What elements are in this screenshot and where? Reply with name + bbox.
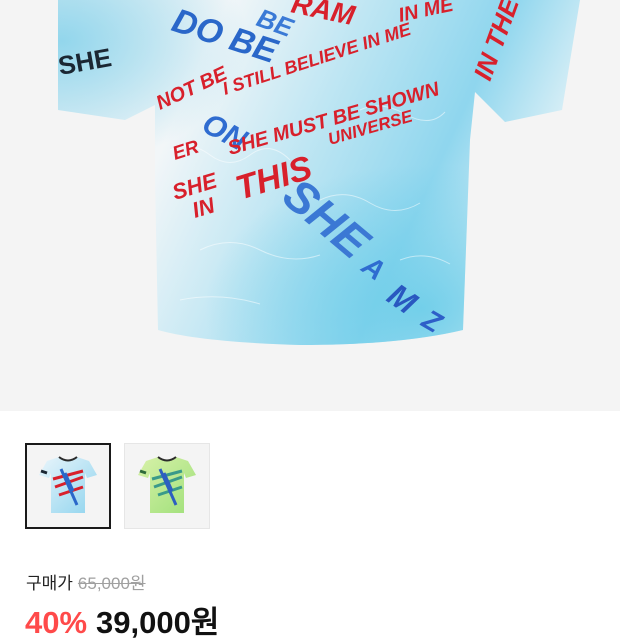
thumbnail-blue-red[interactable]: [25, 443, 111, 529]
price-label: 구매가: [26, 574, 73, 593]
discount-rate: 40%: [25, 605, 88, 640]
price-row: 구매가 65,000원: [26, 569, 146, 594]
tshirt-blue-red-icon: [39, 456, 97, 513]
original-price: 65,000원: [77, 574, 146, 593]
product-main-image[interactable]: DO BE BE ON SHE A M Z RAM IN ME NOT BE I…: [0, 0, 620, 411]
thumbnail-list: [25, 443, 210, 529]
tshirt-green-blue-icon: [138, 456, 196, 513]
shirt-body: DO BE BE ON SHE A M Z RAM IN ME NOT BE I…: [58, 0, 580, 345]
thumbnail-green-blue[interactable]: [124, 443, 210, 529]
